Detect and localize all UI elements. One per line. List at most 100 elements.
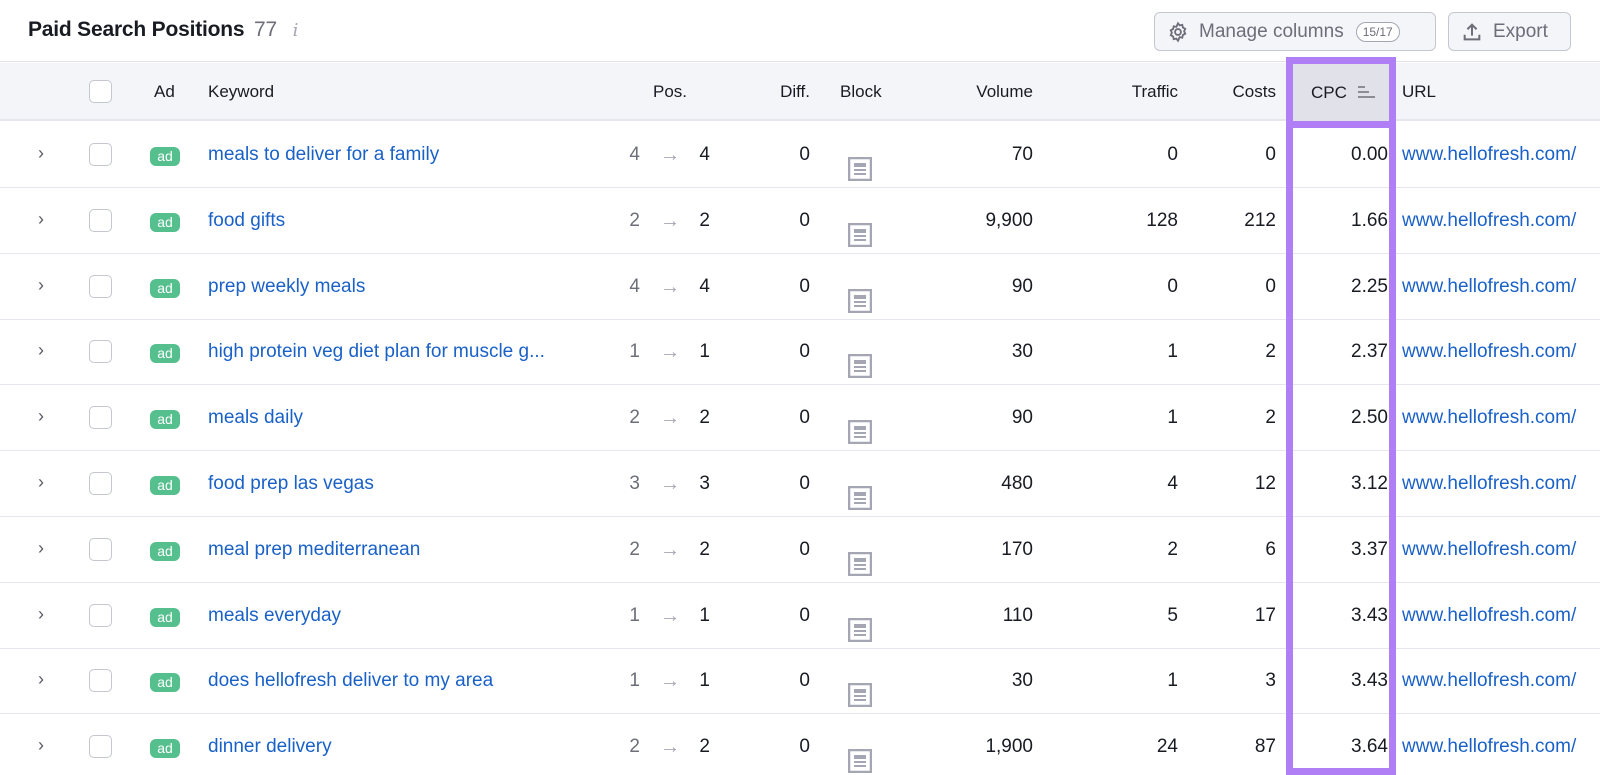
ad-block-icon[interactable] [847, 276, 873, 313]
difference-value: 0 [799, 275, 810, 297]
row-checkbox[interactable] [89, 669, 112, 693]
ad-block-icon[interactable] [847, 670, 873, 708]
keyword-link[interactable]: food gifts [208, 189, 285, 254]
keyword-link[interactable]: meals to deliver for a family [208, 123, 439, 188]
column-header-keyword[interactable]: Keyword [208, 63, 274, 121]
column-header-volume[interactable]: Volume [900, 63, 1033, 121]
gear-icon [1169, 21, 1187, 42]
row-checkbox[interactable] [89, 274, 112, 298]
url-link[interactable]: www.hellofresh.com/ [1402, 123, 1576, 188]
cpc-value: 2.50 [1351, 407, 1388, 429]
traffic-value: 1 [1167, 341, 1178, 363]
row-checkbox[interactable] [89, 735, 112, 759]
costs-value: 2 [1265, 341, 1276, 363]
expand-row-chevron-icon[interactable]: › [38, 189, 54, 254]
keyword-link[interactable]: high protein veg diet plan for muscle g.… [208, 320, 545, 385]
export-button[interactable]: Export [1448, 12, 1571, 51]
row-checkbox[interactable] [89, 208, 112, 232]
current-position: 2 [699, 209, 710, 231]
row-checkbox[interactable] [89, 406, 112, 430]
volume-value: 9,900 [985, 209, 1033, 231]
manage-columns-button[interactable]: Manage columns 15/17 [1154, 12, 1436, 51]
ad-block-icon[interactable] [847, 736, 873, 774]
expand-row-chevron-icon[interactable]: › [38, 123, 54, 188]
row-checkbox[interactable] [89, 537, 112, 561]
traffic-value: 2 [1167, 538, 1178, 560]
costs-value: 2 [1265, 407, 1276, 429]
arrow-right-icon: → [660, 736, 680, 759]
traffic-value: 5 [1167, 604, 1178, 626]
url-link[interactable]: www.hellofresh.com/ [1402, 386, 1576, 451]
current-position: 4 [699, 275, 710, 297]
keyword-link[interactable]: meals everyday [208, 584, 341, 649]
expand-row-chevron-icon[interactable]: › [38, 715, 54, 775]
expand-row-chevron-icon[interactable]: › [38, 518, 54, 583]
costs-value: 6 [1265, 538, 1276, 560]
expand-row-chevron-icon[interactable]: › [38, 255, 54, 320]
ad-badge: ad [150, 541, 180, 561]
keyword-link[interactable]: dinner delivery [208, 715, 332, 775]
row-checkbox[interactable] [89, 603, 112, 627]
url-link[interactable]: www.hellofresh.com/ [1402, 518, 1576, 583]
row-checkbox[interactable] [89, 340, 112, 364]
keyword-link[interactable]: food prep las vegas [208, 452, 374, 517]
volume-value: 70 [1011, 144, 1033, 165]
ad-block-icon[interactable] [847, 144, 873, 182]
row-checkbox[interactable] [89, 472, 112, 495]
costs-value: 12 [1254, 473, 1276, 494]
row-checkbox[interactable] [89, 143, 112, 166]
url-link[interactable]: www.hellofresh.com/ [1402, 649, 1576, 714]
url-link[interactable]: www.hellofresh.com/ [1402, 320, 1576, 385]
url-link[interactable]: www.hellofresh.com/ [1402, 584, 1576, 649]
traffic-value: 0 [1167, 144, 1178, 165]
expand-row-chevron-icon[interactable]: › [38, 584, 54, 649]
report-header: Paid Search Positions 77 i Manage column… [0, 0, 1600, 62]
url-link[interactable]: www.hellofresh.com/ [1402, 715, 1576, 775]
ad-block-icon[interactable] [847, 341, 873, 379]
keyword-link[interactable]: prep weekly meals [208, 255, 365, 320]
cpc-value: 3.12 [1351, 473, 1388, 494]
column-header-block[interactable]: Block [840, 63, 882, 121]
url-link[interactable]: www.hellofresh.com/ [1402, 255, 1576, 320]
column-header-diff[interactable]: Diff. [740, 63, 810, 121]
expand-row-chevron-icon[interactable]: › [38, 386, 54, 451]
column-header-url[interactable]: URL [1402, 63, 1436, 121]
column-header-cpc[interactable]: CPC [1293, 64, 1389, 121]
arrow-right-icon: → [660, 275, 680, 298]
current-position: 4 [699, 144, 710, 165]
ad-block-icon[interactable] [847, 407, 873, 445]
ad-block-icon[interactable] [847, 605, 873, 642]
ad-block-icon[interactable] [847, 210, 873, 248]
upload-icon [1463, 22, 1481, 40]
ad-block-icon[interactable] [847, 539, 873, 577]
difference-value: 0 [799, 604, 810, 626]
table-row: › ad food prep las vegas 3 → 3 0 480 4 1… [0, 452, 1600, 517]
keyword-link[interactable]: meal prep mediterranean [208, 518, 420, 583]
expand-row-chevron-icon[interactable]: › [38, 649, 54, 714]
table-row: › ad meal prep mediterranean 2 → 2 0 170… [0, 517, 1600, 583]
difference-value: 0 [799, 407, 810, 429]
traffic-value: 24 [1156, 736, 1178, 758]
ad-badge: ad [150, 410, 180, 430]
table-row: › ad does hellofresh deliver to my area … [0, 649, 1600, 715]
expand-row-chevron-icon[interactable]: › [38, 452, 54, 517]
info-icon[interactable]: i [293, 20, 299, 41]
costs-value: 0 [1265, 144, 1276, 165]
keyword-link[interactable]: meals daily [208, 386, 303, 451]
ad-badge: ad [150, 278, 180, 298]
column-header-pos[interactable]: Pos. [640, 63, 700, 121]
expand-row-chevron-icon[interactable]: › [38, 320, 54, 385]
ad-badge: ad [150, 673, 180, 693]
column-header-traffic[interactable]: Traffic [1060, 63, 1178, 121]
column-header-costs[interactable]: Costs [1190, 63, 1276, 121]
current-position: 2 [699, 736, 710, 758]
url-link[interactable]: www.hellofresh.com/ [1402, 189, 1576, 254]
arrow-right-icon: → [660, 473, 680, 495]
difference-value: 0 [799, 144, 810, 165]
page-title: Paid Search Positions 77 i [28, 18, 298, 42]
keyword-link[interactable]: does hellofresh deliver to my area [208, 649, 493, 714]
select-all-checkbox[interactable] [89, 80, 112, 103]
url-link[interactable]: www.hellofresh.com/ [1402, 452, 1576, 517]
cpc-highlight-divider [1286, 121, 1396, 128]
ad-block-icon[interactable] [847, 473, 873, 511]
